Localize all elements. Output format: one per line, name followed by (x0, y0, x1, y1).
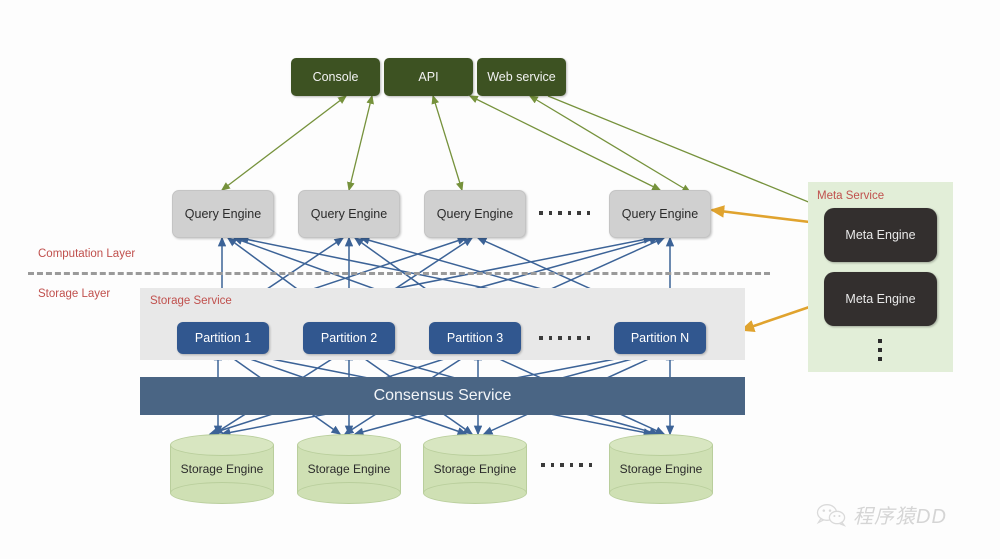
query-engine-3[interactable]: Query Engine (424, 190, 526, 238)
partition-2[interactable]: Partition 2 (303, 322, 395, 354)
partition-3[interactable]: Partition 3 (429, 322, 521, 354)
query-engine-label: Query Engine (436, 207, 514, 221)
meta-engine-vertical-ellipsis (878, 339, 882, 361)
query-engine-label: Query Engine (621, 207, 699, 221)
storage-engine-n[interactable]: Storage Engine (609, 434, 713, 504)
query-engine-label: Query Engine (184, 207, 262, 221)
wechat-icon (816, 503, 846, 527)
watermark-text: 程序猿DD (853, 506, 947, 528)
query-engine-1[interactable]: Query Engine (172, 190, 274, 238)
meta-engine-label: Meta Engine (845, 228, 916, 242)
storage-engine-label: Storage Engine (619, 462, 703, 476)
consensus-service-bar: Consensus Service (140, 377, 745, 415)
partition-label: Partition 1 (194, 331, 252, 345)
watermark: 程序猿DD (816, 500, 947, 529)
client-box-console[interactable]: Console (291, 58, 380, 96)
meta-engine-label: Meta Engine (845, 292, 916, 306)
query-engine-label: Query Engine (310, 207, 388, 221)
client-label: Web service (487, 70, 556, 84)
cylinder-bottom (170, 482, 274, 504)
storage-engine-label: Storage Engine (180, 462, 264, 476)
meta-engine-1[interactable]: Meta Engine (824, 208, 937, 262)
client-box-api[interactable]: API (384, 58, 473, 96)
storage-engine-label: Storage Engine (307, 462, 391, 476)
cylinder-top (170, 434, 274, 456)
client-label: API (418, 70, 439, 84)
partition-n[interactable]: Partition N (614, 322, 706, 354)
consensus-service-label: Consensus Service (373, 387, 512, 404)
query-engine-ellipsis (539, 211, 590, 215)
cylinder-bottom (609, 482, 713, 504)
cylinder-bottom (297, 482, 401, 504)
meta-engine-2[interactable]: Meta Engine (824, 272, 937, 326)
cylinder-top (297, 434, 401, 456)
storage-engine-ellipsis (541, 463, 592, 467)
diagram-canvas: Console API Web service Query Engine Que… (0, 0, 1000, 559)
cylinder-top (609, 434, 713, 456)
computation-layer-label: Computation Layer (38, 248, 136, 260)
storage-engine-1[interactable]: Storage Engine (170, 434, 274, 504)
storage-engine-label: Storage Engine (433, 462, 517, 476)
storage-service-label: Storage Service (150, 295, 232, 307)
storage-engine-2[interactable]: Storage Engine (297, 434, 401, 504)
partition-ellipsis (539, 336, 590, 340)
storage-layer-label: Storage Layer (38, 288, 111, 300)
cylinder-top (423, 434, 527, 456)
client-label: Console (312, 70, 359, 84)
partition-label: Partition N (630, 331, 690, 345)
query-engine-2[interactable]: Query Engine (298, 190, 400, 238)
query-engine-n[interactable]: Query Engine (609, 190, 711, 238)
client-box-web-service[interactable]: Web service (477, 58, 566, 96)
layer-divider (28, 272, 770, 275)
partition-1[interactable]: Partition 1 (177, 322, 269, 354)
meta-service-label: Meta Service (817, 190, 885, 202)
cylinder-bottom (423, 482, 527, 504)
storage-engine-3[interactable]: Storage Engine (423, 434, 527, 504)
partition-label: Partition 2 (320, 331, 378, 345)
partition-label: Partition 3 (446, 331, 504, 345)
